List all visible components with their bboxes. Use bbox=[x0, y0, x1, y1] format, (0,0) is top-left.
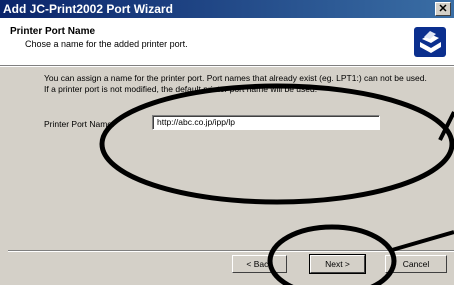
page-subtitle: Chose a name for the added printer port. bbox=[25, 39, 188, 49]
description-line-1: You can assign a name for the printer po… bbox=[44, 73, 427, 83]
printer-wizard-icon bbox=[414, 27, 446, 57]
wizard-header: Printer Port Name Chose a name for the a… bbox=[0, 18, 454, 65]
title-bar: Add JC-Print2002 Port Wizard ✕ bbox=[0, 0, 454, 18]
cancel-button[interactable]: Cancel bbox=[385, 255, 447, 273]
next-button[interactable]: Next > bbox=[309, 254, 366, 274]
wizard-body: You can assign a name for the printer po… bbox=[0, 67, 454, 285]
description-line-2: If a printer port is not modified, the d… bbox=[44, 84, 318, 94]
back-button[interactable]: < Back bbox=[232, 255, 287, 273]
description: You can assign a name for the printer po… bbox=[44, 73, 448, 95]
close-button[interactable]: ✕ bbox=[435, 2, 451, 16]
port-name-input[interactable]: http://abc.co.jp/ipp/lp bbox=[152, 115, 380, 130]
button-divider bbox=[8, 250, 454, 252]
close-icon: ✕ bbox=[438, 3, 448, 15]
page-title: Printer Port Name bbox=[10, 26, 96, 37]
window-title: Add JC-Print2002 Port Wizard bbox=[3, 2, 173, 16]
port-name-label: Printer Port Name: bbox=[44, 119, 115, 129]
